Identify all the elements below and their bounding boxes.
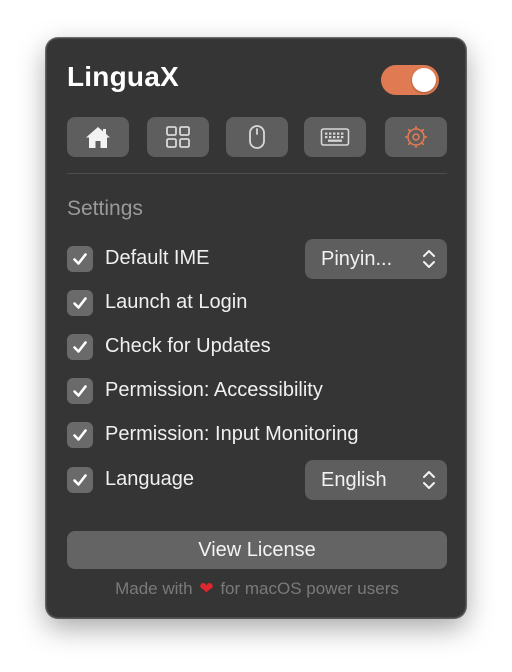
checkmark-icon bbox=[73, 385, 87, 397]
setting-row-check-for-updates: Check for Updates bbox=[67, 329, 447, 365]
section-title-settings: Settings bbox=[67, 197, 143, 220]
gear-icon bbox=[405, 126, 427, 148]
checkmark-icon bbox=[73, 297, 87, 309]
checkmark-icon bbox=[73, 341, 87, 353]
footer-suffix: for macOS power users bbox=[220, 579, 399, 598]
checkbox-default-ime[interactable] bbox=[67, 246, 93, 272]
setting-label: Language bbox=[105, 468, 194, 490]
setting-row-permission-input-monitoring: Permission: Input Monitoring bbox=[67, 417, 447, 453]
setting-row-default-ime: Default IME Pinyin... bbox=[67, 239, 447, 279]
ime-select[interactable]: Pinyin... bbox=[305, 239, 447, 279]
language-select[interactable]: English bbox=[305, 460, 447, 500]
tab-bar bbox=[67, 117, 447, 157]
heart-icon: ❤ bbox=[199, 579, 214, 599]
setting-label: Default IME bbox=[105, 247, 210, 269]
app-panel: LinguaX Settings Default IME Pinyin... L… bbox=[46, 38, 466, 618]
home-icon bbox=[86, 127, 110, 148]
tab-settings[interactable] bbox=[385, 117, 447, 157]
tab-home[interactable] bbox=[67, 117, 129, 157]
setting-row-permission-accessibility: Permission: Accessibility bbox=[67, 373, 447, 409]
checkbox-launch-at-login[interactable] bbox=[67, 290, 93, 316]
setting-label: Permission: Input Monitoring bbox=[105, 423, 359, 445]
divider bbox=[67, 173, 447, 174]
tab-grid[interactable] bbox=[147, 117, 209, 157]
grid-icon bbox=[166, 126, 190, 148]
view-license-button[interactable]: View License bbox=[67, 531, 447, 569]
setting-label: Launch at Login bbox=[105, 291, 248, 313]
toggle-knob bbox=[412, 68, 436, 92]
ime-select-value: Pinyin... bbox=[321, 248, 393, 270]
setting-label: Permission: Accessibility bbox=[105, 379, 323, 401]
footer-note: Made with ❤ for macOS power users bbox=[47, 579, 467, 599]
tab-mouse[interactable] bbox=[226, 117, 288, 157]
chevron-updown-icon bbox=[423, 250, 435, 268]
tab-keyboard[interactable] bbox=[304, 117, 366, 157]
checkmark-icon bbox=[73, 474, 87, 486]
setting-label: Check for Updates bbox=[105, 335, 271, 357]
checkbox-permission-input-monitoring[interactable] bbox=[67, 422, 93, 448]
checkbox-language[interactable] bbox=[67, 467, 93, 493]
checkbox-check-for-updates[interactable] bbox=[67, 334, 93, 360]
keyboard-icon bbox=[320, 128, 350, 146]
checkmark-icon bbox=[73, 429, 87, 441]
chevron-updown-icon bbox=[423, 471, 435, 489]
footer-prefix: Made with bbox=[115, 579, 193, 598]
enable-toggle[interactable] bbox=[381, 65, 439, 95]
checkbox-permission-accessibility[interactable] bbox=[67, 378, 93, 404]
mouse-icon bbox=[249, 125, 265, 149]
app-title: LinguaX bbox=[67, 61, 179, 92]
setting-row-language: Language English bbox=[67, 460, 447, 500]
setting-row-launch-at-login: Launch at Login bbox=[67, 285, 447, 321]
checkmark-icon bbox=[73, 253, 87, 265]
language-select-value: English bbox=[321, 469, 387, 491]
